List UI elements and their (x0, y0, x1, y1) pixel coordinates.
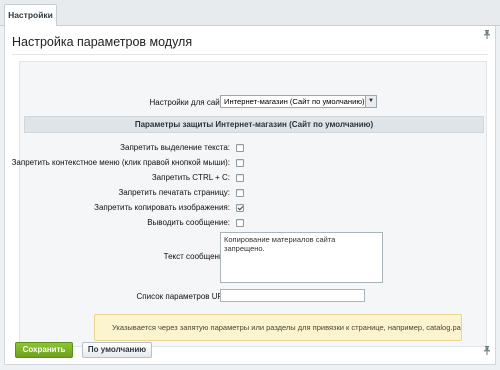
option-label-print: Запретить печатать страницу: (118, 188, 230, 197)
option-label-select-text: Запретить выделение текста: (120, 143, 230, 152)
checkbox-show-message[interactable] (236, 219, 244, 227)
url-params-label: Список параметров URL: (136, 292, 230, 301)
dropdown-arrow-icon[interactable]: ▼ (365, 96, 376, 107)
checkbox-disable-ctrl-c[interactable] (236, 174, 244, 182)
default-button[interactable]: По умолчанию (82, 342, 152, 358)
section-header: Параметры защиты Интернет-магазин (Сайт … (24, 116, 484, 133)
message-textarea[interactable]: Копирование материалов сайта запрещено. (220, 232, 383, 283)
site-select-value: Интернет-магазин (Сайт по умолчанию) [s1… (224, 97, 377, 106)
site-label: Настройки для сайта: (149, 98, 230, 107)
settings-form: Настройки для сайта: Интернет-магазин (С… (12, 61, 487, 347)
tab-bar: Настройки (0, 0, 500, 26)
settings-panel: Настройка параметров модуля Настройки дл… (4, 26, 496, 365)
option-label-copy-images: Запретить копировать изображения: (94, 203, 230, 212)
pin-icon[interactable] (483, 30, 491, 39)
option-label-context-menu: Запретить контекстное меню (клик правой … (11, 158, 230, 167)
page-title: Настройка параметров модуля (12, 35, 193, 49)
site-select[interactable]: Интернет-магазин (Сайт по умолчанию) [s1… (220, 95, 377, 108)
checkbox-disable-context-menu[interactable] (236, 159, 244, 167)
pin-icon[interactable] (483, 346, 491, 355)
tab-settings[interactable]: Настройки (4, 4, 57, 26)
option-label-show-message: Выводить сообщение: (147, 218, 230, 227)
footer-bar: Сохранить По умолчанию (5, 333, 495, 365)
save-button[interactable]: Сохранить (15, 342, 73, 358)
url-params-input[interactable] (220, 289, 365, 302)
checkbox-disable-print[interactable] (236, 189, 244, 197)
divider (12, 54, 488, 55)
option-label-ctrl-c: Запретить CTRL + C: (151, 173, 230, 182)
checkbox-disable-copy-images[interactable] (236, 204, 244, 212)
checkbox-disable-select-text[interactable] (236, 144, 244, 152)
